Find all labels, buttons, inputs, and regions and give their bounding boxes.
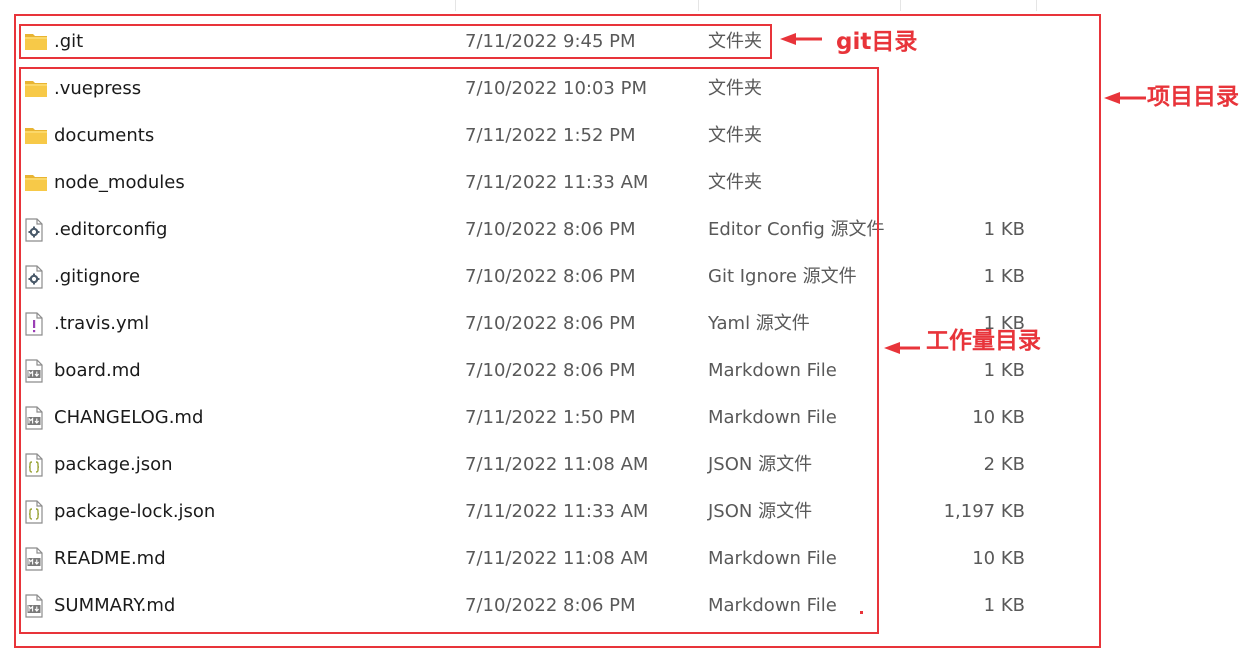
file-type: 文件夹 bbox=[708, 78, 762, 99]
file-size: 1 KB bbox=[983, 595, 1025, 616]
json-file-icon bbox=[24, 441, 48, 488]
file-size: 1 KB bbox=[983, 266, 1025, 287]
file-type: JSON 源文件 bbox=[708, 454, 813, 475]
file-size: 1 KB bbox=[983, 219, 1025, 240]
workspace-dir-annotation: 工作量目录 bbox=[926, 328, 1041, 354]
file-row[interactable]: CHANGELOG.md 7/11/2022 1:50 PM Markdown Fi… bbox=[0, 394, 1100, 441]
red-dot-mark bbox=[860, 611, 863, 614]
file-modified-date: 7/10/2022 8:06 PM bbox=[465, 595, 636, 616]
column-separator bbox=[900, 0, 901, 11]
file-name: documents bbox=[54, 125, 155, 146]
file-size: 1,197 KB bbox=[943, 501, 1025, 522]
file-name: README.md bbox=[54, 548, 166, 569]
file-size bbox=[905, 65, 1025, 112]
file-name: .gitignore bbox=[54, 266, 141, 287]
file-modified-date: 7/10/2022 8:06 PM bbox=[465, 266, 636, 287]
file-type: 文件夹 bbox=[708, 172, 762, 193]
file-row[interactable]: .git 7/11/2022 9:45 PM 文件夹 bbox=[0, 18, 1100, 65]
file-row[interactable]: .gitignore 7/10/2022 8:06 PM Git Ignore 源文… bbox=[0, 253, 1100, 300]
file-name: package-lock.json bbox=[54, 501, 216, 522]
file-type: Yaml 源文件 bbox=[708, 313, 810, 334]
file-modified-date: 7/11/2022 1:52 PM bbox=[465, 125, 636, 146]
file-name: .editorconfig bbox=[54, 219, 168, 240]
markdown-file-icon bbox=[24, 347, 48, 394]
file-modified-date: 7/11/2022 11:08 AM bbox=[465, 454, 649, 475]
file-name: .git bbox=[54, 31, 84, 52]
file-size: 10 KB bbox=[972, 548, 1025, 569]
file-type: Git Ignore 源文件 bbox=[708, 266, 857, 287]
arrow-left-icon bbox=[780, 33, 822, 45]
markdown-file-icon bbox=[24, 582, 48, 629]
file-modified-date: 7/10/2022 10:03 PM bbox=[465, 78, 647, 99]
file-modified-date: 7/11/2022 11:33 AM bbox=[465, 501, 649, 522]
file-row[interactable]: documents 7/11/2022 1:52 PM 文件夹 bbox=[0, 112, 1100, 159]
folder-icon bbox=[24, 159, 48, 206]
file-modified-date: 7/10/2022 8:06 PM bbox=[465, 313, 636, 334]
config-file-icon bbox=[24, 206, 48, 253]
file-list: .git 7/11/2022 9:45 PM 文件夹 .vuepress 7/10/20… bbox=[0, 18, 1254, 629]
column-separator bbox=[698, 0, 699, 11]
arrow-left-icon bbox=[884, 342, 920, 354]
file-size: 2 KB bbox=[983, 454, 1025, 475]
file-name: .travis.yml bbox=[54, 313, 150, 334]
file-row[interactable]: .editorconfig 7/10/2022 8:06 PM Editor Con… bbox=[0, 206, 1100, 253]
project-dir-annotation: 项目目录 bbox=[1147, 84, 1239, 110]
file-size bbox=[905, 112, 1025, 159]
column-separator bbox=[455, 0, 456, 11]
folder-icon bbox=[24, 18, 48, 65]
file-row[interactable]: .vuepress 7/10/2022 10:03 PM 文件夹 bbox=[0, 65, 1100, 112]
file-modified-date: 7/11/2022 1:50 PM bbox=[465, 407, 636, 428]
arrow-left-icon bbox=[1104, 92, 1146, 104]
file-modified-date: 7/10/2022 8:06 PM bbox=[465, 360, 636, 381]
markdown-file-icon bbox=[24, 394, 48, 441]
file-row[interactable]: SUMMARY.md 7/10/2022 8:06 PM Markdown File… bbox=[0, 582, 1100, 629]
folder-icon bbox=[24, 112, 48, 159]
file-row[interactable]: package.json 7/11/2022 11:08 AM JSON 源文件 2 … bbox=[0, 441, 1100, 488]
file-type: Markdown File bbox=[708, 548, 837, 569]
file-type: 文件夹 bbox=[708, 125, 762, 146]
file-modified-date: 7/11/2022 9:45 PM bbox=[465, 31, 636, 52]
file-row[interactable]: node_modules 7/11/2022 11:33 AM 文件夹 bbox=[0, 159, 1100, 206]
file-explorer-view: { "files": [ {"name": ".git", "date": "7… bbox=[0, 0, 1254, 671]
file-type: JSON 源文件 bbox=[708, 501, 813, 522]
folder-icon bbox=[24, 65, 48, 112]
file-size bbox=[905, 159, 1025, 206]
yaml-file-icon bbox=[24, 300, 48, 347]
file-name: SUMMARY.md bbox=[54, 595, 176, 616]
file-row[interactable]: package-lock.json 7/11/2022 11:33 AM JSON … bbox=[0, 488, 1100, 535]
file-type: Markdown File bbox=[708, 595, 837, 616]
column-separator bbox=[1036, 0, 1037, 11]
file-type: 文件夹 bbox=[708, 31, 762, 52]
file-modified-date: 7/11/2022 11:33 AM bbox=[465, 172, 649, 193]
file-size: 10 KB bbox=[972, 407, 1025, 428]
config-file-icon bbox=[24, 253, 48, 300]
file-type: Editor Config 源文件 bbox=[708, 219, 885, 240]
markdown-file-icon bbox=[24, 535, 48, 582]
file-modified-date: 7/10/2022 8:06 PM bbox=[465, 219, 636, 240]
file-name: .vuepress bbox=[54, 78, 142, 99]
file-name: node_modules bbox=[54, 172, 185, 193]
file-row[interactable]: README.md 7/11/2022 11:08 AM Markdown File… bbox=[0, 535, 1100, 582]
git-dir-annotation: git目录 bbox=[836, 29, 918, 55]
file-type: Markdown File bbox=[708, 407, 837, 428]
file-name: board.md bbox=[54, 360, 141, 381]
file-name: package.json bbox=[54, 454, 173, 475]
file-name: CHANGELOG.md bbox=[54, 407, 204, 428]
json-file-icon bbox=[24, 488, 48, 535]
file-modified-date: 7/11/2022 11:08 AM bbox=[465, 548, 649, 569]
file-size bbox=[905, 18, 1025, 65]
file-type: Markdown File bbox=[708, 360, 837, 381]
